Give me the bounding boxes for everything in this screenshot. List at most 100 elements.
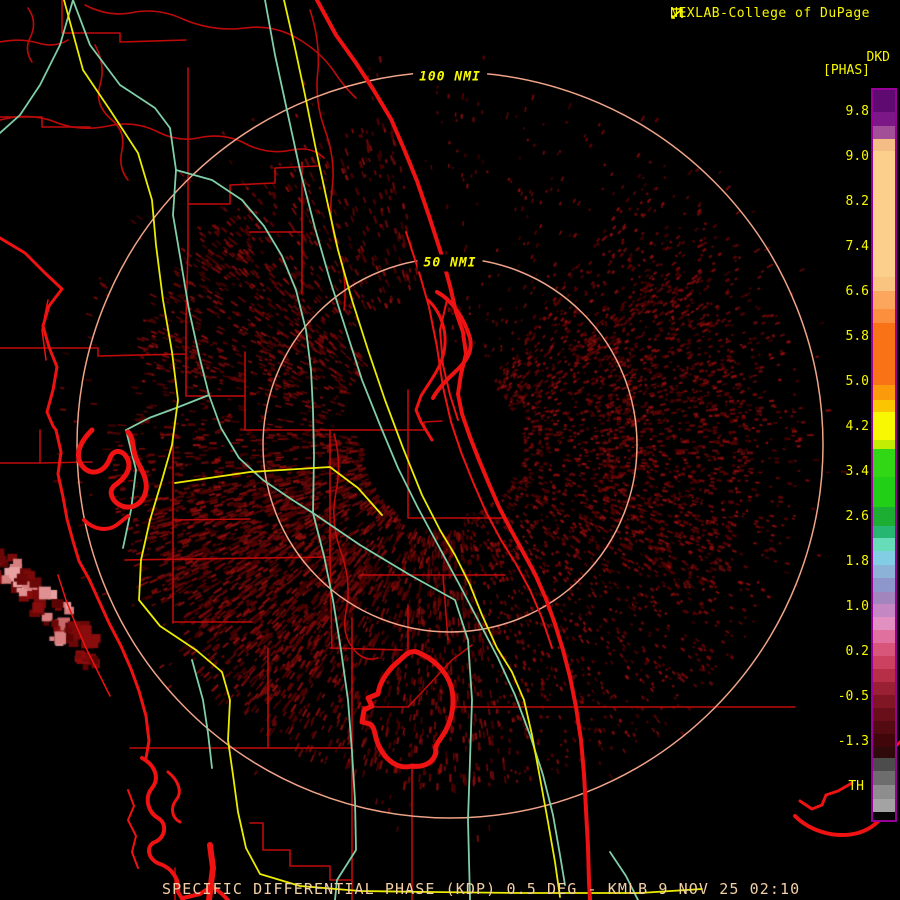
county-lines-path	[442, 574, 449, 641]
colorbar-segment	[873, 630, 895, 643]
brand: NEXLAB-College of DuPage	[670, 6, 888, 21]
county-lines-path	[187, 165, 319, 205]
colorbar-tick-label: 5.8	[845, 329, 869, 344]
colorbar-segment	[873, 139, 895, 151]
county-lines-path	[407, 389, 506, 519]
colorbar-tick-label: 3.4	[845, 464, 869, 479]
coastline-path	[82, 514, 130, 531]
colorbar-tick-label: 9.0	[845, 149, 869, 164]
colorbar-segment	[873, 151, 895, 277]
colorbar-segment	[873, 604, 895, 617]
coastline-path	[140, 756, 185, 900]
rivers-path	[0, 115, 325, 159]
coastline-path	[439, 299, 459, 421]
roads-teal-path	[264, 0, 566, 886]
colorbar-segment	[873, 734, 895, 747]
county-lines-path	[0, 429, 41, 464]
range-rings-path	[262, 257, 638, 633]
roads-yellow-path	[63, 0, 703, 894]
colorbar-segment	[873, 758, 895, 771]
county-lines-path	[124, 556, 331, 561]
colorbar-segment	[873, 309, 895, 323]
product-caption: SPECIFIC DIFFERENTIAL PHASE (KDP) 0.5 DE…	[162, 880, 801, 898]
coastline-path	[315, 0, 592, 900]
colorbar-segment	[873, 785, 895, 799]
rivers-path	[333, 433, 379, 660]
cod-logo-icon	[671, 7, 888, 21]
colorbar-segment	[873, 617, 895, 630]
rivers-path	[309, 9, 346, 311]
range-ring-label-100nmi: 100 NMI	[413, 68, 487, 86]
rivers-path	[26, 7, 35, 63]
rivers-path	[84, 4, 357, 99]
colorbar-segment	[873, 412, 895, 440]
layer-rivers	[0, 4, 379, 660]
product-unit-label: [PHAS]	[823, 63, 870, 78]
coastline-path	[798, 781, 854, 811]
county-lines-path	[0, 347, 187, 357]
colorbar-segment	[873, 812, 895, 820]
county-lines-path	[172, 518, 251, 521]
map-overlay-svg	[0, 0, 900, 900]
colorbar-segment	[873, 291, 895, 309]
threshold-label: TH	[848, 779, 864, 794]
colorbar-segment	[873, 799, 895, 812]
layer-roads-yellow	[63, 0, 703, 898]
colorbar-segment	[873, 323, 895, 385]
colorbar-segment	[873, 565, 895, 578]
colorbar-segment	[873, 449, 895, 477]
colorbar-segment	[873, 507, 895, 526]
colorbar-tick-label: 9.8	[845, 104, 869, 119]
roads-teal-path	[191, 659, 213, 769]
product-code: DKD	[866, 50, 890, 65]
colorbar-segment	[873, 126, 895, 139]
colorbar-tick-label: 4.2	[845, 419, 869, 434]
colorbar-segment	[873, 385, 895, 400]
colorbar-tick-label: 1.8	[845, 554, 869, 569]
colorbar-tick-label: 1.0	[845, 599, 869, 614]
county-lines-path	[249, 822, 353, 881]
colorbar-tick-label: 7.4	[845, 239, 869, 254]
county-lines-path	[185, 67, 189, 397]
colorbar-segment	[873, 277, 895, 291]
colorbar-segment	[873, 538, 895, 551]
coastline-path	[166, 770, 182, 824]
colorbar	[871, 88, 897, 822]
colorbar-segment	[873, 592, 895, 604]
colorbar-segment	[873, 708, 895, 721]
radar-display: 50 NMI 100 NMI NEXLAB-College of DuPage …	[0, 0, 900, 900]
colorbar-segment	[873, 90, 895, 112]
colorbar-segment	[873, 578, 895, 592]
county-lines-path	[39, 461, 93, 464]
colorbar-segment	[873, 477, 895, 507]
colorbar-segment	[873, 551, 895, 565]
coastline-path	[0, 236, 64, 432]
coastline-path	[127, 789, 139, 869]
range-rings-path	[76, 71, 824, 819]
colorbar-segment	[873, 112, 895, 126]
colorbar-segment	[873, 526, 895, 538]
colorbar-segment	[873, 643, 895, 656]
layer-roads-teal	[0, 0, 639, 900]
colorbar-segment	[873, 771, 895, 785]
colorbar-segment	[873, 656, 895, 669]
rivers-path	[0, 39, 69, 46]
colorbar-segment	[873, 695, 895, 708]
brand-text: NEXLAB-College of DuPage	[670, 6, 870, 21]
colorbar-tick-label: -0.5	[837, 689, 869, 704]
colorbar-segment	[873, 669, 895, 682]
colorbar-segment	[873, 440, 895, 449]
range-ring-label-50nmi: 50 NMI	[417, 254, 483, 272]
colorbar-tick-label: 8.2	[845, 194, 869, 209]
layer-coastline	[0, 0, 900, 900]
layer-range-rings	[76, 71, 824, 819]
colorbar-segment	[873, 721, 895, 734]
colorbar-segment	[873, 400, 895, 412]
colorbar-segment	[873, 682, 895, 695]
colorbar-tick-label: 0.2	[845, 644, 869, 659]
colorbar-segment	[873, 747, 895, 758]
roads-teal-path	[122, 394, 210, 549]
roads-yellow-path	[283, 0, 561, 898]
colorbar-tick-label: -1.3	[837, 734, 869, 749]
county-lines-path	[329, 429, 333, 649]
